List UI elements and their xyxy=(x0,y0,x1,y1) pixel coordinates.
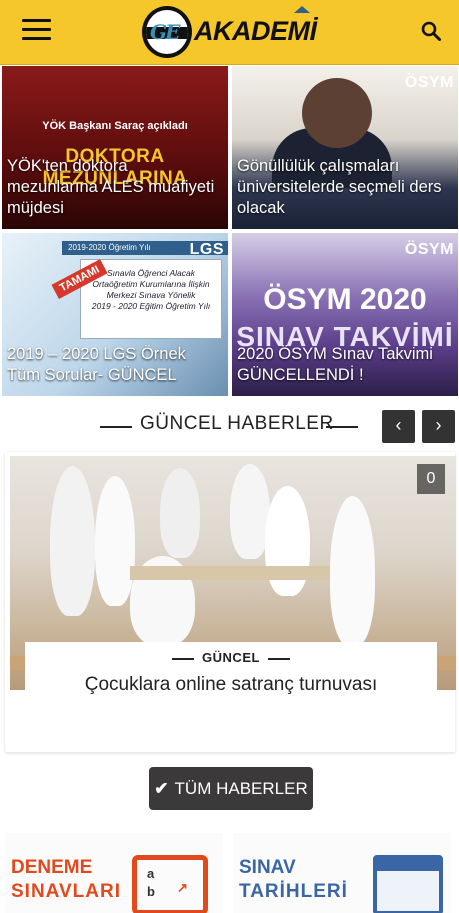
quiz-icon: a b ↗ xyxy=(132,855,208,913)
tile-tag: ÖSYM xyxy=(404,241,454,258)
hamburger-icon[interactable] xyxy=(22,19,51,41)
logo-mark: GE xyxy=(142,6,192,58)
tile-title: Gönüllülük çalışmaları üniversitelerde s… xyxy=(237,157,442,217)
promo-title: SINAV xyxy=(239,857,296,878)
chevron-right-icon: › xyxy=(435,415,442,435)
featured-tile[interactable]: 2019-2020 Öğretim Yılı Sınavla Öğrenci A… xyxy=(2,233,228,396)
person-photo-head xyxy=(302,78,372,148)
chevron-left-icon: ‹ xyxy=(395,415,402,435)
news-title: Çocuklara online satranç turnuvası xyxy=(84,674,378,695)
site-logo[interactable]: GE AKADEMİ xyxy=(138,4,320,60)
news-caption: GÜNCEL Çocuklara online satranç turnuvas… xyxy=(25,642,437,740)
tile-title: 2019 – 2020 LGS Örnek Tüm Sorular- GÜNCE… xyxy=(7,345,186,384)
search-icon[interactable] xyxy=(421,21,441,41)
tile-image-headline: ÖSYM 2020 xyxy=(263,283,427,316)
featured-tile[interactable]: YÖK Başkanı Saraç açıkladı DOKTORA MEZUN… xyxy=(2,66,228,229)
divider xyxy=(326,426,358,428)
logo-text: AKADEMİ xyxy=(194,16,317,46)
tile-title: YÖK'ten doktora mezunlarına ALES muafiye… xyxy=(7,157,215,217)
app-header: GE AKADEMİ xyxy=(0,0,459,65)
all-news-label: TÜM HABERLER xyxy=(174,779,308,798)
promo-card-dates[interactable]: SINAV TARİHLERİ ●●●● xyxy=(233,833,451,913)
tile-image-caption: YÖK Başkanı Saraç açıkladı xyxy=(42,120,188,132)
calendar-icon: ●●●● xyxy=(373,851,443,913)
news-category: GÜNCEL xyxy=(25,650,437,665)
featured-tile[interactable]: ÖSYM 2020 SINAV TAKVİMİ ÖSYM 2020 ÖSYM S… xyxy=(232,233,458,396)
divider xyxy=(100,426,132,428)
prev-button[interactable]: ‹ xyxy=(382,410,415,443)
next-button[interactable]: › xyxy=(422,410,455,443)
all-news-button[interactable]: ✔ TÜM HABERLER xyxy=(149,767,313,810)
tile-tag: LGS xyxy=(189,241,224,258)
promo-card-exams[interactable]: DENEME SINAVLARI a b ↗ xyxy=(5,833,223,913)
graduation-cap-icon xyxy=(294,6,310,13)
featured-tile[interactable]: ÖSYM Gönüllülük çalışmaları üniversitele… xyxy=(232,66,458,229)
check-icon: ✔ xyxy=(154,779,169,798)
tile-title: 2020 ÖSYM Sınav Takvimi GÜNCELLENDİ ! xyxy=(237,345,433,384)
comment-count-badge: 0 xyxy=(417,464,445,494)
section-header: GÜNCEL HABERLER ‹ › xyxy=(0,405,459,445)
tile-tag: ÖSYM xyxy=(404,74,454,91)
news-card[interactable]: 0 GÜNCEL Çocuklara online satranç turnuv… xyxy=(5,452,456,752)
section-title: GÜNCEL HABERLER xyxy=(140,413,334,434)
promo-title: DENEME xyxy=(11,857,93,878)
